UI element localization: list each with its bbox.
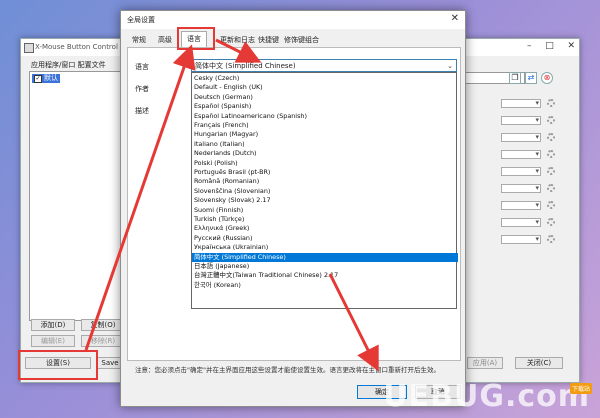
arrow-to-language-tab: [84, 44, 196, 351]
watermark-logo: UEBUG.com: [383, 379, 590, 414]
arrow-to-dropdown: [215, 38, 262, 63]
arrow-to-ok-button: [328, 273, 379, 372]
watermark-badge: 下载站: [569, 383, 592, 394]
annotation-arrows: [84, 38, 379, 372]
